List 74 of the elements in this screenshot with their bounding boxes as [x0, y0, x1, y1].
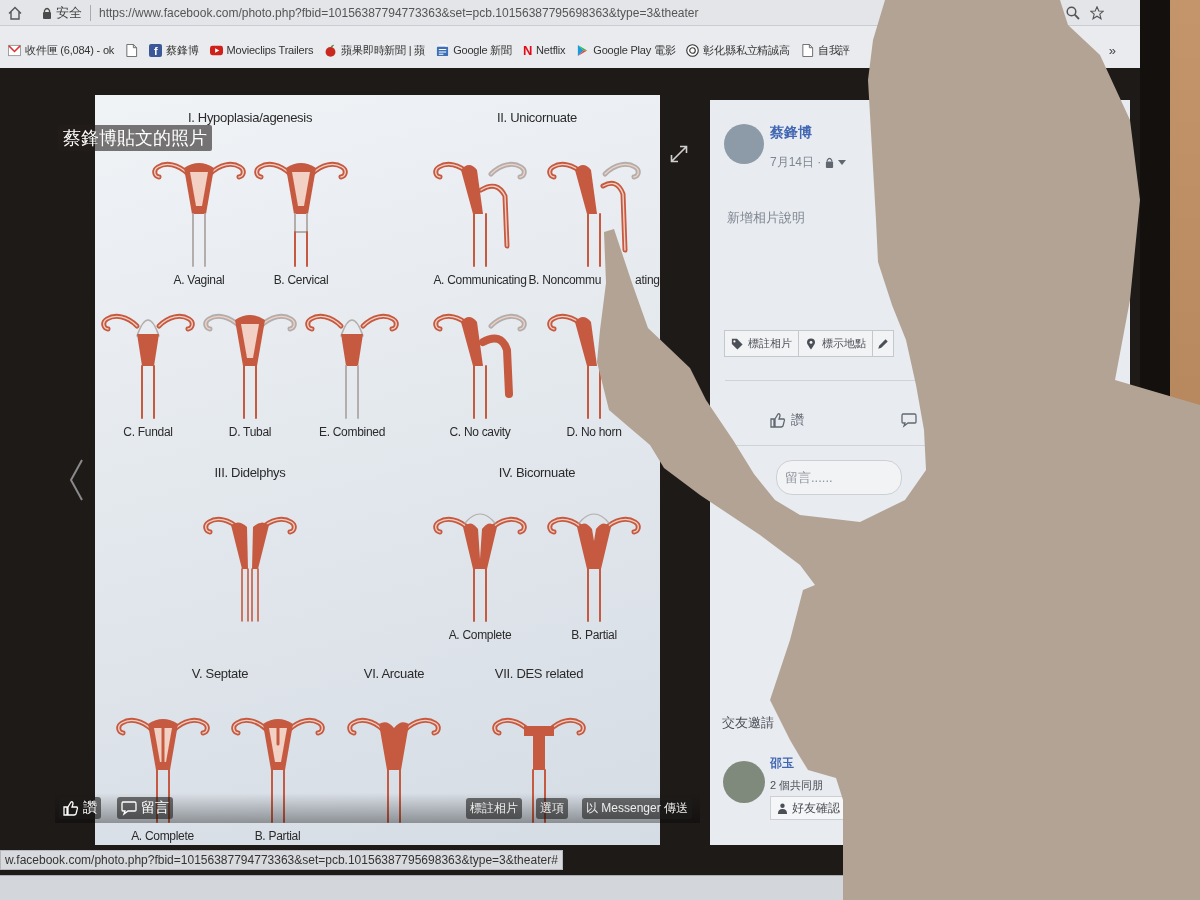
figure-caption: E. Combined	[318, 424, 386, 440]
section-title: II. Unicornuate	[496, 109, 577, 127]
play-button-icon	[209, 43, 223, 57]
like-button[interactable]: 讚	[770, 411, 804, 429]
speech-bubble-icon[interactable]	[901, 412, 917, 428]
figure-caption: C. Fundal	[123, 424, 173, 440]
document-icon	[800, 43, 814, 57]
bookmark-link[interactable]: 彰化縣私立精誠高	[686, 42, 790, 58]
mutual-friends-count: 2 個共同朋	[770, 778, 824, 792]
star-icon[interactable]	[1090, 5, 1104, 20]
thumbs-up-icon	[63, 800, 79, 816]
bookmark-link[interactable]: f 蔡鋒博	[149, 42, 199, 58]
author-name[interactable]: 蔡鋒博	[770, 124, 812, 140]
photo-action-link[interactable]: 標註相片	[465, 797, 522, 819]
section-heading: 交友邀請	[722, 715, 774, 730]
triangle-play-icon	[576, 43, 590, 57]
figure-caption: B. Partial	[254, 828, 301, 844]
add-location-button[interactable]: 標示地點	[798, 330, 873, 357]
figure-caption: B. Partial	[571, 627, 617, 643]
security-label: 安全	[56, 3, 82, 22]
like-button[interactable]: 讚	[59, 797, 101, 819]
figure-caption: A. Complete	[131, 828, 194, 844]
bookmark-link[interactable]: Google 新聞	[436, 42, 512, 58]
envelope-icon	[8, 43, 21, 57]
lock-icon[interactable]	[825, 156, 835, 168]
section-title: IV. Bicornuate	[498, 464, 576, 482]
speech-bubble-icon	[121, 800, 137, 816]
caret-icon[interactable]	[838, 159, 847, 165]
bookmark-link[interactable]: 蘋果即時新聞 | 蘋	[324, 42, 426, 58]
status-url: w.facebook.com/photo.php?fbid=10156387794773363&set=pcb.10156387795698363&type=3&theater#	[0, 850, 563, 870]
more-bookmarks-button[interactable]: »	[1106, 42, 1118, 58]
section-title: V. Septate	[191, 665, 249, 683]
figure-caption: ating	[635, 272, 660, 288]
letter-tile: f	[149, 43, 163, 57]
figure-caption: A. Communicating	[433, 272, 527, 288]
section-title: I. Hypoplasia/agenesis	[187, 109, 313, 127]
lock-icon	[42, 6, 52, 19]
figure-caption: B. Noncommu	[528, 272, 602, 288]
thumbs-up-icon	[770, 412, 786, 428]
avatar-photo[interactable]	[723, 761, 765, 803]
section-title: III. Didelphys	[214, 464, 286, 482]
photo-action-link[interactable]: 以 Messenger 傳送	[581, 797, 692, 819]
edit-button[interactable]	[872, 330, 894, 357]
pin-icon	[805, 337, 817, 350]
figure-caption: A. Vaginal	[173, 272, 225, 288]
photo-action-link[interactable]: 選項	[535, 797, 568, 819]
magnifier-icon[interactable]	[1066, 5, 1080, 20]
figure-caption: D. No horn	[566, 424, 622, 440]
tag-photo-button[interactable]: 標註相片	[724, 330, 799, 357]
apple-icon	[324, 43, 338, 57]
expand-arrows-icon[interactable]	[670, 145, 688, 163]
bookmark-link[interactable]: Movieclips Trailers	[209, 43, 314, 57]
friend-name[interactable]: 邵玉	[770, 757, 794, 770]
section-title: VII. DES related	[494, 665, 584, 683]
comment-button[interactable]: 留言	[117, 797, 173, 819]
section-title: VI. Arcuate	[363, 665, 425, 683]
home-icon[interactable]	[8, 5, 22, 20]
bookmark-link[interactable]: Google Play 電影	[576, 42, 676, 58]
bookmark-link[interactable]: 收件匣 (6,084) - ok	[8, 42, 115, 58]
figure-caption: A. Complete	[448, 627, 512, 643]
tag-icon	[731, 337, 743, 350]
figure-caption: C. No cavity	[449, 424, 511, 440]
bookmark-link[interactable]: 自我評	[800, 42, 851, 58]
pencil-icon	[877, 337, 889, 350]
letter-mark: N	[522, 43, 533, 57]
document-icon[interactable]	[125, 43, 139, 57]
figure-caption: B. Cervical	[273, 272, 329, 288]
url-field[interactable]: https://www.facebook.com/photo.php?fbid=10156387794773363&set=pcb.10156387795698363&type=3&theater	[99, 5, 699, 20]
bookmark-link[interactable]: N Netflix	[522, 43, 566, 57]
person-icon	[777, 802, 788, 814]
figure-caption: D. Tubal	[228, 424, 272, 440]
chevron-left-icon[interactable]	[68, 458, 84, 502]
newspaper-icon	[436, 43, 450, 57]
round-emblem-icon	[686, 43, 700, 57]
